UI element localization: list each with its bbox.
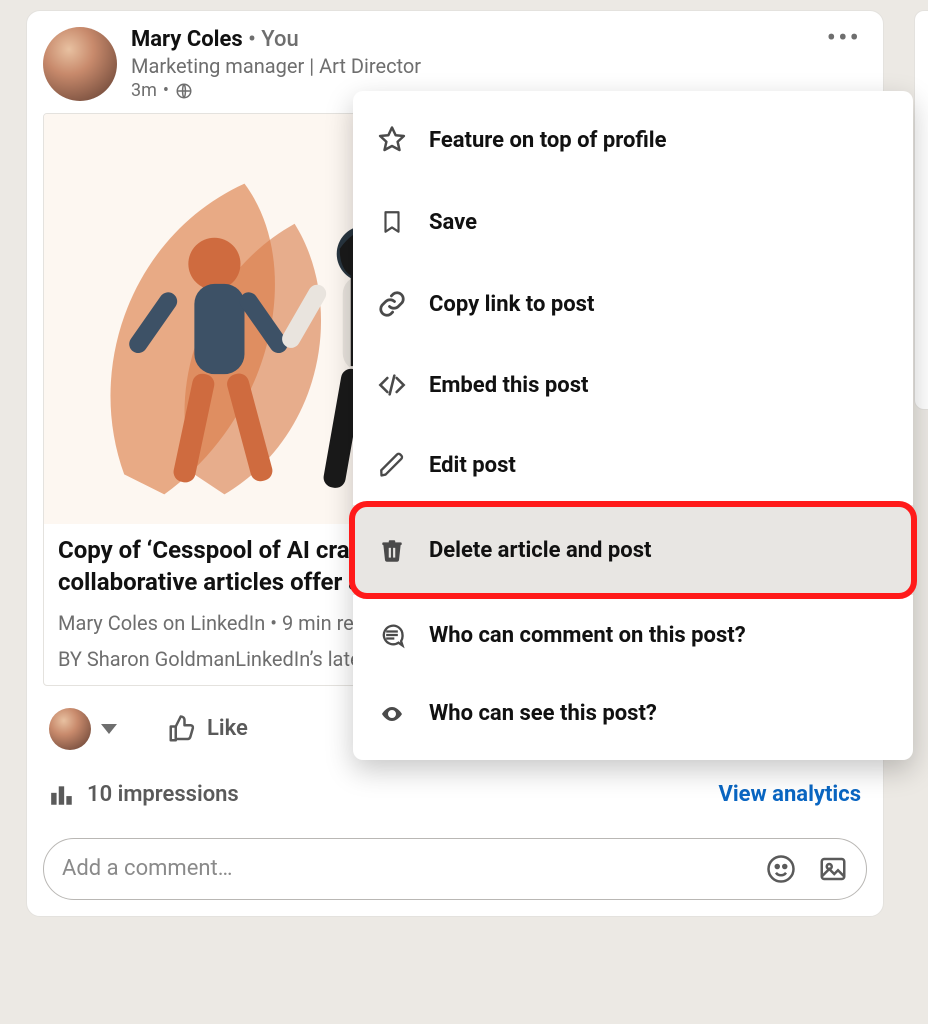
post-options-menu: Feature on top of profile Save Copy link… bbox=[353, 91, 913, 760]
speech-icon bbox=[377, 621, 407, 649]
author-avatar[interactable] bbox=[43, 27, 117, 101]
post-header: Mary Coles • You Marketing manager | Art… bbox=[43, 27, 867, 101]
image-icon[interactable] bbox=[818, 854, 848, 884]
like-button[interactable]: Like bbox=[167, 714, 248, 744]
menu-label: Save bbox=[429, 210, 477, 235]
pencil-icon bbox=[377, 451, 407, 479]
menu-label: Who can see this post? bbox=[429, 701, 657, 726]
trash-icon bbox=[377, 535, 407, 565]
menu-who-can-comment[interactable]: Who can comment on this post? bbox=[353, 595, 913, 675]
thumbs-up-icon bbox=[167, 714, 197, 744]
globe-icon bbox=[175, 82, 193, 100]
adjacent-card-sliver bbox=[914, 10, 928, 410]
post-card: Mary Coles • You Marketing manager | Art… bbox=[26, 10, 884, 917]
menu-embed[interactable]: Embed this post bbox=[353, 345, 913, 425]
code-icon bbox=[377, 371, 407, 399]
impressions-bar: 10 impressions View analytics bbox=[43, 782, 867, 808]
author-block: Mary Coles • You Marketing manager | Art… bbox=[131, 27, 821, 101]
menu-copy-link[interactable]: Copy link to post bbox=[353, 263, 913, 345]
post-more-button[interactable]: ••• bbox=[821, 27, 867, 49]
dot: • bbox=[163, 80, 169, 101]
menu-label: Embed this post bbox=[429, 373, 588, 398]
like-label: Like bbox=[207, 716, 248, 741]
view-analytics-link[interactable]: View analytics bbox=[718, 782, 861, 807]
impressions-text: 10 impressions bbox=[87, 782, 239, 807]
react-as-selector[interactable] bbox=[49, 708, 117, 750]
menu-edit-post[interactable]: Edit post bbox=[353, 425, 913, 505]
eye-icon bbox=[377, 702, 407, 726]
author-headline: Marketing manager | Art Director bbox=[131, 54, 821, 78]
menu-label: Delete article and post bbox=[429, 538, 651, 563]
comment-input[interactable]: Add a comment… bbox=[43, 838, 867, 900]
menu-save[interactable]: Save bbox=[353, 181, 913, 263]
emoji-icon[interactable] bbox=[766, 854, 796, 884]
menu-feature-on-profile[interactable]: Feature on top of profile bbox=[353, 99, 913, 181]
author-line: Mary Coles • You bbox=[131, 27, 821, 52]
bar-chart-icon bbox=[49, 782, 75, 808]
menu-label: Feature on top of profile bbox=[429, 128, 667, 153]
comment-placeholder: Add a comment… bbox=[62, 856, 766, 881]
menu-delete-article-and-post[interactable]: Delete article and post bbox=[353, 505, 913, 595]
menu-label: Edit post bbox=[429, 453, 516, 478]
menu-label: Who can comment on this post? bbox=[429, 623, 746, 648]
link-icon bbox=[377, 289, 407, 319]
chevron-down-icon bbox=[101, 724, 117, 734]
menu-who-can-see[interactable]: Who can see this post? bbox=[353, 675, 913, 752]
author-relation: • You bbox=[248, 27, 299, 52]
react-avatar bbox=[49, 708, 91, 750]
menu-label: Copy link to post bbox=[429, 292, 594, 317]
bookmark-icon bbox=[377, 207, 407, 237]
star-icon bbox=[377, 125, 407, 155]
post-time-text: 3m bbox=[131, 80, 157, 101]
author-name[interactable]: Mary Coles bbox=[131, 27, 243, 52]
